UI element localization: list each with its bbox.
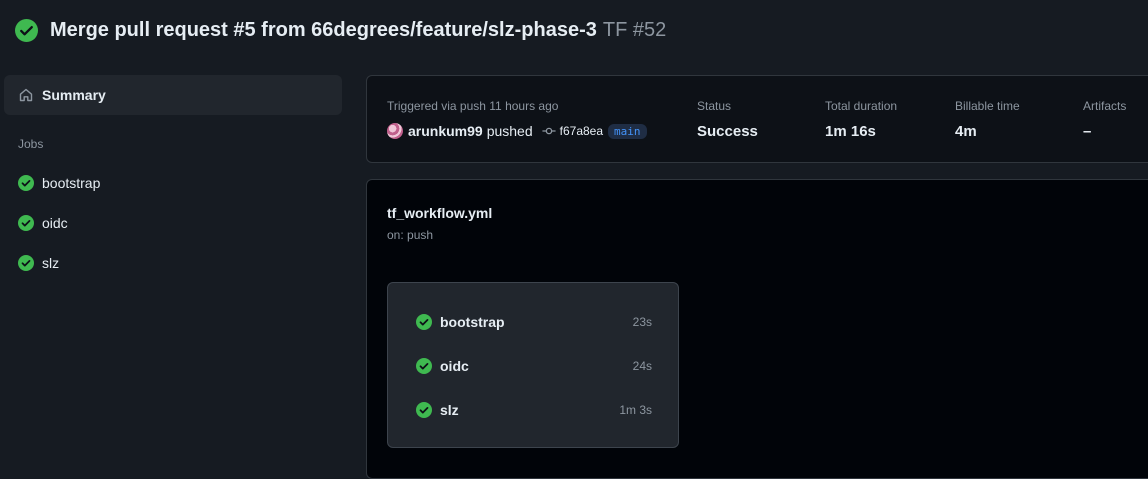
git-commit-icon (542, 127, 556, 135)
run-title: Merge pull request #5 from 66degrees/fea… (50, 19, 597, 41)
sidebar-job-label: oidc (42, 215, 68, 231)
artifacts-stat: Artifacts – (1083, 99, 1126, 140)
artifacts-value: – (1083, 123, 1092, 140)
billable-stat: Billable time 4m (955, 99, 1020, 140)
actor-link[interactable]: arunkum99 (408, 123, 483, 139)
job-group-box: bootstrap 23s oidc 24s slz 1m 3s (387, 282, 679, 448)
workflow-file-name[interactable]: tf_workflow.yml (387, 205, 492, 221)
status-stat: Status Success (697, 99, 758, 140)
avatar[interactable] (387, 123, 403, 139)
check-circle-icon (416, 402, 432, 418)
job-name: bootstrap (440, 314, 505, 330)
duration-label: Total duration (825, 99, 898, 113)
check-circle-icon (18, 215, 34, 231)
sidebar-item-label: Summary (42, 87, 106, 103)
sidebar-job-label: bootstrap (42, 175, 101, 191)
sidebar-job-label: slz (42, 255, 60, 271)
sidebar-job-oidc[interactable]: oidc (18, 212, 68, 234)
run-number: TF #52 (602, 19, 667, 41)
status-value: Success (697, 123, 758, 140)
commit-sha: f67a8ea (559, 124, 604, 138)
workflow-graph-card: tf_workflow.yml on: push bootstrap 23s o… (366, 179, 1148, 479)
check-circle-icon (416, 358, 432, 374)
graph-job-bootstrap[interactable]: bootstrap 23s (416, 312, 652, 332)
duration-stat: Total duration 1m 16s (825, 99, 897, 140)
sidebar: Summary Jobs bootstrap oidc slz (0, 62, 348, 462)
artifacts-label: Artifacts (1083, 99, 1127, 113)
graph-job-oidc[interactable]: oidc 24s (416, 356, 652, 376)
job-duration: 23s (632, 315, 652, 329)
job-name: oidc (440, 358, 469, 374)
home-icon (19, 88, 33, 102)
trigger-action: pushed (486, 123, 533, 139)
run-info-card: Triggered via push 11 hours ago arunkum9… (366, 75, 1148, 163)
run-header: Merge pull request #5 from 66degrees/fea… (0, 0, 1148, 62)
billable-value: 4m (955, 123, 977, 140)
sidebar-job-bootstrap[interactable]: bootstrap (18, 172, 100, 194)
check-circle-icon (18, 255, 34, 271)
check-circle-fill-icon (15, 19, 38, 42)
duration-value: 1m 16s (825, 123, 876, 140)
jobs-heading: Jobs (18, 137, 44, 151)
status-label: Status (697, 99, 732, 113)
trigger-details: arunkum99 pushed f67a8ea main (387, 123, 647, 139)
check-circle-icon (18, 175, 34, 191)
check-circle-icon (416, 314, 432, 330)
graph-job-slz[interactable]: slz 1m 3s (416, 400, 652, 420)
job-name: slz (440, 402, 459, 418)
job-duration: 1m 3s (619, 403, 652, 417)
branch-badge[interactable]: main (608, 123, 647, 139)
commit-link[interactable]: f67a8ea (542, 124, 603, 138)
workflow-trigger: on: push (387, 228, 434, 242)
page-title: Merge pull request #5 from 66degrees/fea… (50, 19, 666, 42)
billable-label: Billable time (955, 99, 1020, 113)
job-duration: 24s (632, 359, 652, 373)
triggered-label: Triggered via push 11 hours ago (387, 99, 559, 113)
sidebar-job-slz[interactable]: slz (18, 252, 59, 274)
sidebar-item-summary[interactable]: Summary (4, 75, 342, 115)
